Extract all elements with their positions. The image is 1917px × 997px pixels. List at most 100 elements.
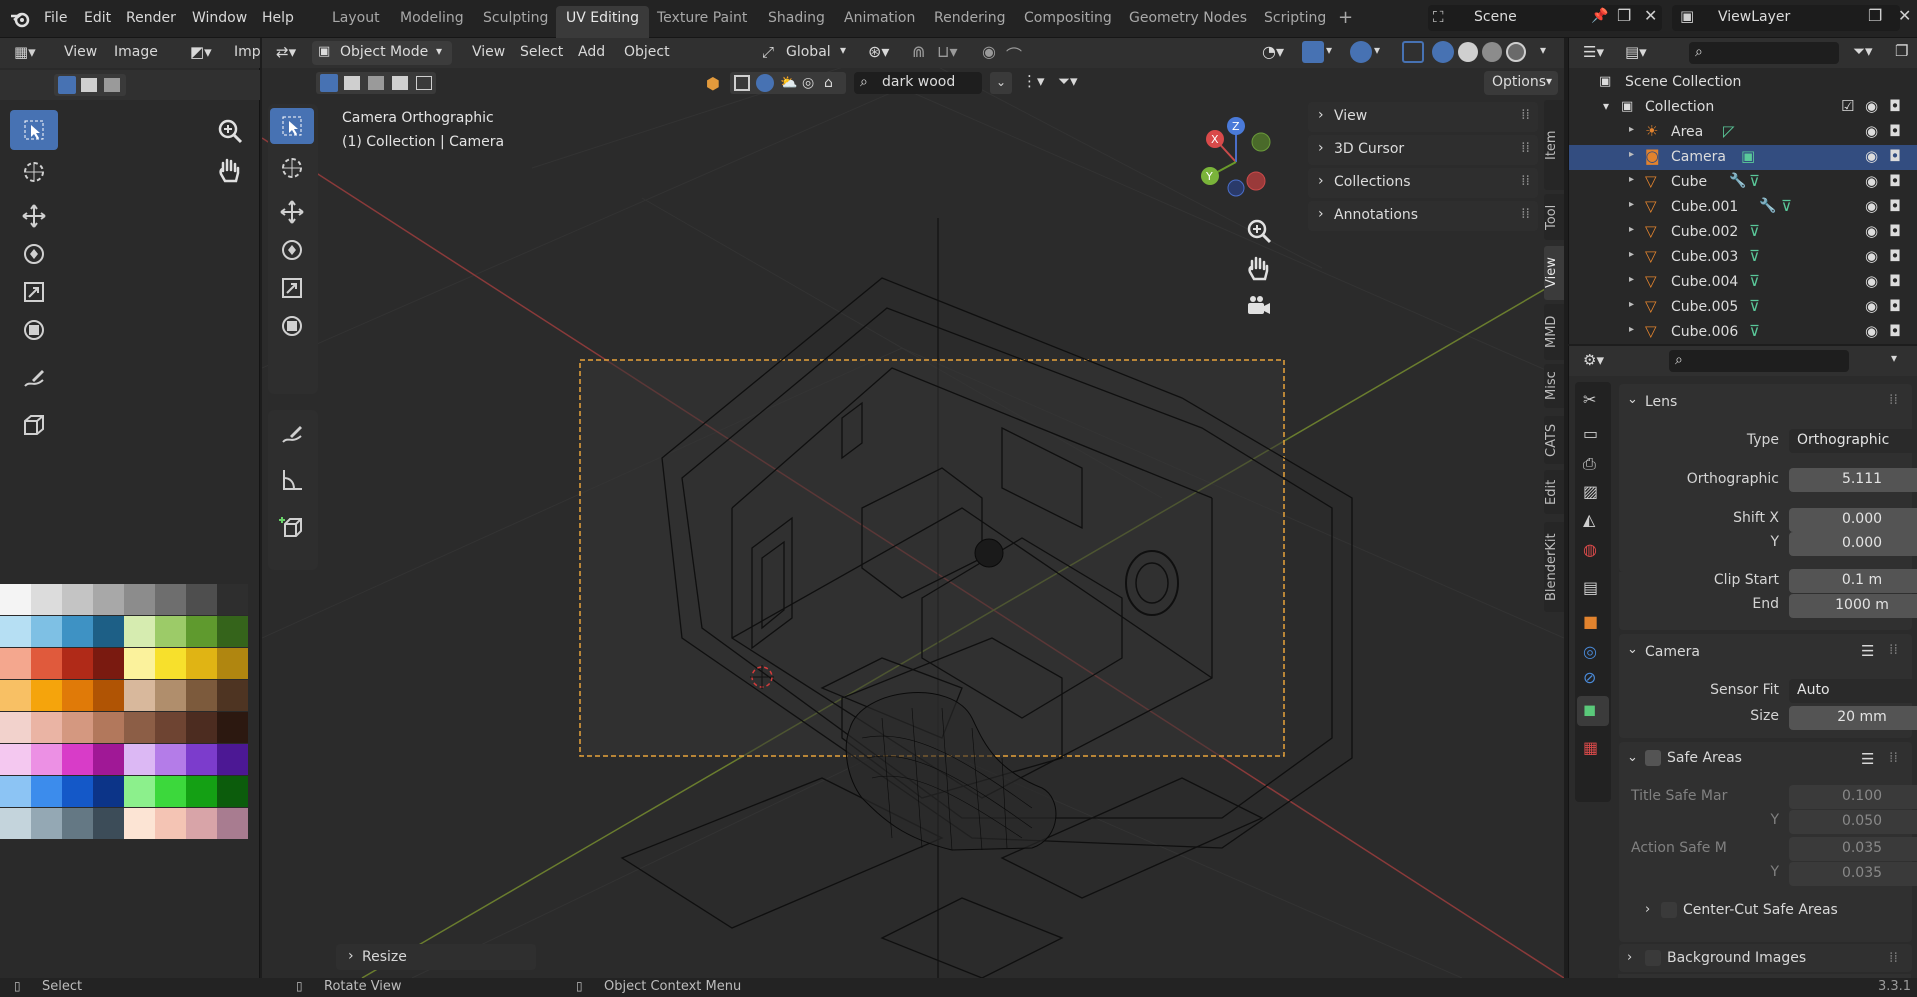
palette-swatch[interactable]: [0, 808, 31, 839]
mesh-data-icon[interactable]: ⊽: [1749, 222, 1760, 240]
select-extend-icon[interactable]: [81, 78, 97, 92]
outliner-row[interactable]: ▸ ◙ Camera ▣ ◉ ◘: [1569, 145, 1917, 170]
snap-target-icon[interactable]: ⊔▾: [937, 42, 958, 61]
transform-orientation[interactable]: Global: [786, 44, 831, 60]
palette-swatch[interactable]: [186, 808, 217, 839]
drag-handle-icon[interactable]: ⁞⁞: [1889, 392, 1898, 408]
palette-swatch[interactable]: [217, 808, 248, 839]
eye-icon[interactable]: ◉: [1865, 197, 1878, 215]
ortho-scale-field[interactable]: 5.111: [1789, 468, 1917, 492]
select-new-icon[interactable]: [58, 76, 76, 94]
uv-menu-image[interactable]: Image: [114, 44, 158, 60]
menu-file[interactable]: File: [44, 10, 67, 26]
palette-swatch[interactable]: [93, 712, 124, 743]
mesh-data-icon[interactable]: ⊽: [1749, 172, 1760, 190]
drag-handle-icon[interactable]: ⁞⁞: [1521, 140, 1530, 156]
palette-swatch[interactable]: [124, 808, 155, 839]
outliner-filter-icon[interactable]: ⏷▾: [1853, 42, 1873, 60]
presets-list-icon[interactable]: ☰: [1861, 642, 1874, 660]
clip-end-field[interactable]: 1000 m: [1789, 594, 1917, 618]
constraints-tab-icon[interactable]: ⊘: [1583, 668, 1596, 687]
scene-asset-icon[interactable]: ◎: [802, 75, 814, 91]
palette-swatch[interactable]: [62, 680, 93, 711]
vp-select-invert-icon[interactable]: [392, 76, 408, 90]
gizmo-toggle-icon[interactable]: [1302, 41, 1324, 63]
light-data-icon[interactable]: ◸: [1723, 122, 1735, 140]
tab-rendering[interactable]: Rendering: [934, 10, 1006, 26]
proportional-edit-icon[interactable]: ◉: [982, 42, 996, 61]
world-tab-icon[interactable]: ◍: [1583, 540, 1597, 559]
palette-swatch[interactable]: [93, 808, 124, 839]
npanel-3d-cursor[interactable]: › 3D Cursor ⁞⁞: [1308, 135, 1538, 165]
palette-swatch[interactable]: [186, 616, 217, 647]
background-images-checkbox[interactable]: [1645, 950, 1661, 966]
vp-measure-tool[interactable]: [270, 462, 314, 498]
texture-tab-icon[interactable]: ▦: [1583, 738, 1598, 757]
drag-handle-icon[interactable]: ⁞⁞: [1889, 750, 1898, 766]
select-subtract-icon[interactable]: [104, 78, 120, 92]
tab-texture-paint[interactable]: Texture Paint: [657, 10, 747, 26]
palette-swatch[interactable]: [62, 584, 93, 615]
vp-scale-tool[interactable]: [270, 270, 314, 306]
menu-render[interactable]: Render: [126, 10, 176, 26]
palette-swatch[interactable]: [31, 712, 62, 743]
chevron-right-icon[interactable]: ▸: [1629, 274, 1634, 285]
modifier-wrench-icon[interactable]: 🔧: [1759, 198, 1776, 214]
asset-search-input[interactable]: ⌕ dark wood: [854, 72, 982, 94]
snap-icon[interactable]: ⋒: [912, 42, 925, 61]
tab-cats[interactable]: CATS: [1544, 416, 1564, 464]
mesh-data-icon[interactable]: ⊽: [1749, 247, 1760, 265]
uv-cube-tool[interactable]: [10, 404, 58, 444]
brush-asset-icon[interactable]: ⌂: [824, 75, 833, 91]
safe-areas-checkbox[interactable]: [1645, 750, 1661, 766]
presets-list-icon[interactable]: ☰: [1861, 750, 1874, 768]
palette-swatch[interactable]: [93, 680, 124, 711]
palette-swatch[interactable]: [93, 776, 124, 807]
chevron-right-icon[interactable]: ▸: [1629, 224, 1634, 235]
zoom-icon[interactable]: [215, 116, 247, 148]
palette-swatch[interactable]: [62, 648, 93, 679]
vp-select-new-icon[interactable]: [320, 74, 338, 92]
palette-swatch[interactable]: [93, 648, 124, 679]
shading-solid-icon[interactable]: [1458, 42, 1478, 62]
camera-data-tab[interactable]: ◼: [1577, 696, 1609, 726]
menu-edit[interactable]: Edit: [84, 10, 111, 26]
palette-swatch[interactable]: [31, 744, 62, 775]
palette-swatch[interactable]: [0, 712, 31, 743]
shift-x-field[interactable]: 0.000: [1789, 508, 1917, 532]
palette-swatch[interactable]: [124, 616, 155, 647]
palette-swatch[interactable]: [93, 584, 124, 615]
outliner-row[interactable]: ▸ ▽ Cube.003 ⊽ ◉ ◘: [1569, 245, 1917, 270]
camera-render-icon[interactable]: ◘: [1889, 322, 1901, 340]
rotate-tool[interactable]: [10, 234, 58, 274]
mesh-data-icon[interactable]: ⊽: [1749, 272, 1760, 290]
chevron-right-icon[interactable]: ▸: [1629, 149, 1634, 160]
sort-icon[interactable]: ⋮▾: [1022, 72, 1045, 90]
camera-render-icon[interactable]: ◘: [1889, 147, 1901, 165]
shading-rendered-icon[interactable]: [1506, 42, 1526, 62]
cursor-tool[interactable]: [10, 152, 58, 192]
lens-type-dropdown[interactable]: Orthographic⌄: [1789, 429, 1917, 453]
chevron-right-icon[interactable]: ▸: [1629, 124, 1634, 135]
tab-modeling[interactable]: Modeling: [400, 10, 464, 26]
uv-menu-view[interactable]: View: [64, 44, 97, 60]
eye-icon[interactable]: ◉: [1865, 172, 1878, 190]
vp-zoom-icon[interactable]: [1244, 216, 1274, 246]
palette-swatch[interactable]: [124, 648, 155, 679]
palette-swatch[interactable]: [0, 584, 31, 615]
outliner-row[interactable]: ▸ ▽ Cube.001 🔧 ⊽ ◉ ◘: [1569, 195, 1917, 220]
outliner-row[interactable]: ▸ ▽ Cube.002 ⊽ ◉ ◘: [1569, 220, 1917, 245]
material-asset-icon[interactable]: [756, 74, 774, 92]
vp-move-tool[interactable]: [270, 194, 314, 230]
chevron-right-icon[interactable]: ▸: [1629, 199, 1634, 210]
shift-y-field[interactable]: 0.000: [1789, 532, 1917, 556]
move-tool[interactable]: [10, 196, 58, 236]
model-asset-icon[interactable]: [734, 75, 750, 91]
scene-tab-icon[interactable]: ◭: [1583, 510, 1595, 529]
editor-type-icon[interactable]: ▦▾: [14, 43, 36, 61]
camera-data-icon[interactable]: ▣: [1741, 147, 1755, 165]
tab-compositing[interactable]: Compositing: [1024, 10, 1112, 26]
viewport-editor-type-icon[interactable]: ⇄▾: [276, 43, 296, 61]
last-operator-panel[interactable]: › Resize: [336, 944, 536, 970]
mesh-data-icon[interactable]: ⊽: [1749, 297, 1760, 315]
